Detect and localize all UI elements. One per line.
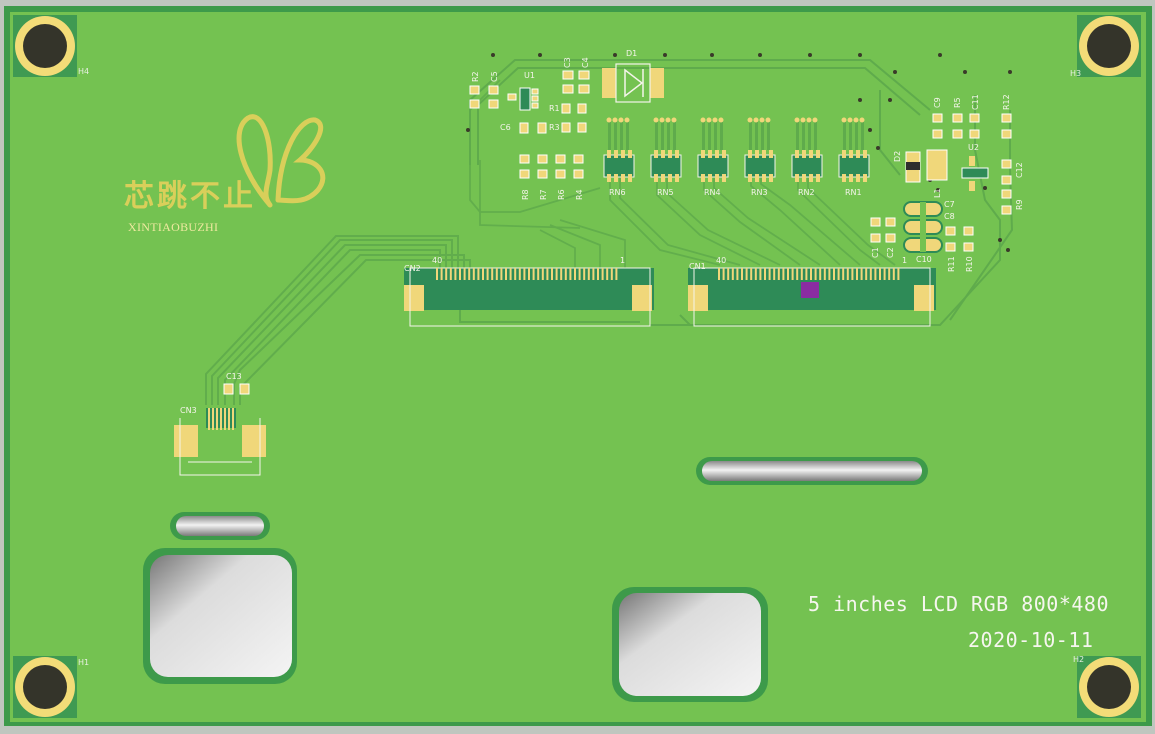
ref-cn1-pin40: 40 (716, 256, 727, 265)
ref-c12: C12 (1015, 162, 1024, 178)
ref-c7: C7 (944, 200, 955, 209)
ref-r8: R8 (521, 189, 530, 200)
ref-c10: C10 (916, 255, 932, 264)
ref-c8: C8 (944, 212, 955, 221)
ref-u2: U2 (968, 143, 979, 152)
ref-d1: D1 (626, 49, 638, 58)
ref-r3: R3 (549, 123, 560, 132)
ref-r7: R7 (539, 189, 548, 200)
slot-left (170, 512, 270, 540)
ref-l1: L1 (933, 188, 942, 198)
cutout-center (612, 587, 768, 702)
mount-hole-h3 (1077, 15, 1141, 77)
ref-c11: C11 (971, 94, 980, 110)
inductor-cap-stack (903, 201, 943, 253)
ref-c9: C9 (933, 97, 942, 108)
ref-r12: R12 (1002, 94, 1011, 110)
ref-u1: U1 (524, 71, 535, 80)
ref-cn2-pin40: 40 (432, 256, 443, 265)
mount-hole-h1 (13, 656, 77, 718)
ref-cn2: CN2 (404, 264, 421, 273)
ref-rn4: RN4 (704, 188, 721, 197)
ref-c13: C13 (226, 372, 242, 381)
ref-rn2: RN2 (798, 188, 815, 197)
mount-hole-h4 (13, 15, 77, 77)
hole-label-h4: H4 (78, 67, 90, 76)
ref-c5: C5 (490, 71, 499, 82)
ref-r6: R6 (557, 189, 566, 200)
ref-rn3: RN3 (751, 188, 768, 197)
ref-rn1: RN1 (845, 188, 862, 197)
ref-r2: R2 (471, 71, 480, 82)
ref-c2: C2 (886, 247, 895, 258)
ref-r10: R10 (965, 256, 974, 272)
ref-c3: C3 (563, 57, 572, 68)
board-date: 2020-10-11 (968, 628, 1094, 652)
ref-cn1-pin1: 1 (902, 256, 908, 265)
cutout-left (143, 548, 297, 684)
ref-r5: R5 (953, 97, 962, 108)
ref-r9: R9 (1015, 199, 1024, 210)
ref-r1: R1 (549, 104, 560, 113)
diode-d2 (905, 151, 921, 183)
slot-right (696, 457, 928, 485)
pcb-board (0, 0, 1155, 734)
ref-c6: C6 (500, 123, 511, 132)
hole-label-h1: H1 (78, 658, 90, 667)
logo-latin: XINTIAOBUZHI (128, 220, 219, 234)
hole-label-h3: H3 (1070, 69, 1082, 78)
board-title: 5 inches LCD RGB 800*480 (808, 592, 1109, 616)
ref-rn6: RN6 (609, 188, 626, 197)
ref-c1: C1 (871, 247, 880, 258)
hole-label-h2: H2 (1073, 655, 1085, 664)
ref-rn5: RN5 (657, 188, 674, 197)
mount-hole-h2 (1077, 656, 1141, 718)
ref-cn1: CN1 (689, 262, 706, 271)
ref-cn2-pin1: 1 (620, 256, 626, 265)
ref-r11: R11 (947, 256, 956, 272)
ref-d2: D2 (893, 150, 902, 162)
logo-chinese: 芯跳不止 (124, 179, 256, 214)
ref-r4: R4 (575, 189, 584, 200)
ref-cn3: CN3 (180, 406, 197, 415)
ref-c4: C4 (581, 57, 590, 68)
